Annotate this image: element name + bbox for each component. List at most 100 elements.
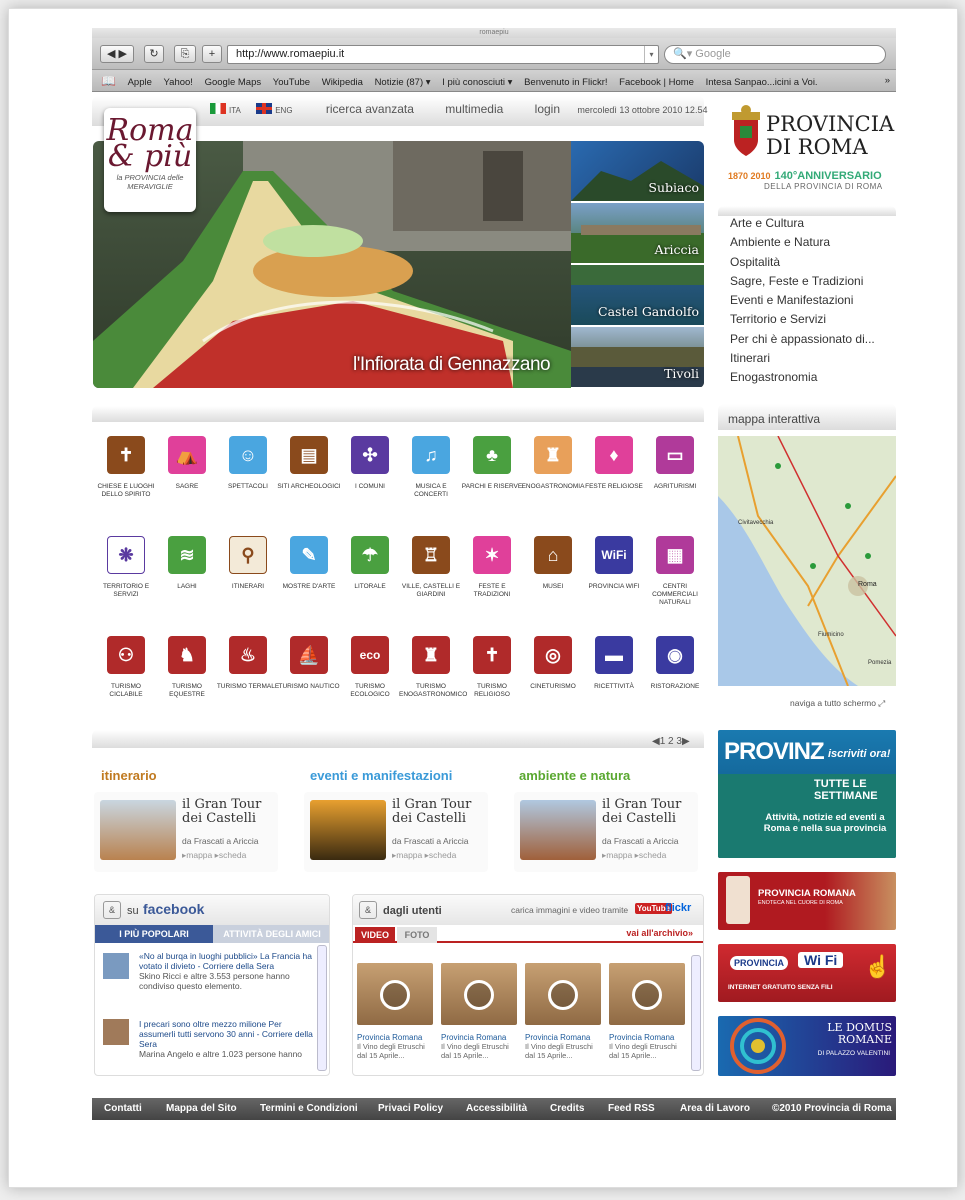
category-icon[interactable]: ◎ <box>534 636 572 674</box>
italy-flag-icon[interactable] <box>210 103 226 114</box>
category-label[interactable]: CHIESE E LUOGHI DELLO SPIRITO <box>94 483 158 499</box>
video-thumbnail[interactable] <box>441 963 517 1025</box>
category-icon-item[interactable]: ✶ FESTE E TRADIZIONI <box>460 536 524 599</box>
video-title[interactable]: Provincia Romana <box>609 1033 685 1042</box>
side-menu-item[interactable]: Ambiente e Natura <box>718 233 896 252</box>
play-icon[interactable] <box>464 980 494 1010</box>
category-icon[interactable]: ⛺ <box>168 436 206 474</box>
thumb-tivoli[interactable]: Tivoli <box>571 327 704 387</box>
category-icon-item[interactable]: ♫ MUSICA E CONCERTI <box>399 436 463 499</box>
footer-link[interactable]: Termini e Condizioni <box>260 1103 358 1114</box>
side-menu-item[interactable]: Itinerari <box>718 349 896 368</box>
category-icon-item[interactable]: ≋ LAGHI <box>155 536 219 591</box>
open-book-icon[interactable]: 📖 <box>101 70 116 91</box>
category-label[interactable]: I COMUNI <box>338 483 402 491</box>
bookmark-item[interactable]: Wikipedia <box>322 72 363 91</box>
feature-links[interactable]: ▸mappa ▸scheda <box>182 850 246 861</box>
category-icon-item[interactable]: ▬ RICETTIVITÀ <box>582 636 646 691</box>
tab-video[interactable]: VIDEO <box>355 927 395 943</box>
category-label[interactable]: TURISMO RELIGIOSO <box>460 683 524 699</box>
bookmark-item[interactable]: Notizie (87) ▾ <box>375 72 431 91</box>
category-icon-item[interactable]: ♦ FESTE RELIGIOSE <box>582 436 646 491</box>
video-item[interactable]: Provincia Romana Il Vino degli Etruschi d… <box>441 963 517 1060</box>
side-menu-item[interactable]: Arte e Cultura <box>718 214 896 233</box>
tab-popular[interactable]: I PIÙ POPOLARI <box>95 925 213 943</box>
play-icon[interactable] <box>380 980 410 1010</box>
page-numbers[interactable]: 1 2 3 <box>660 736 682 747</box>
category-icon[interactable]: ▤ <box>290 436 328 474</box>
category-icon[interactable]: ♞ <box>168 636 206 674</box>
category-icon[interactable]: ⚇ <box>107 636 145 674</box>
category-icon[interactable]: ≋ <box>168 536 206 574</box>
next-icon[interactable]: ▶ <box>682 736 690 747</box>
category-icon-item[interactable]: ⛵ TURISMO NAUTICO <box>277 636 341 691</box>
category-icon-item[interactable]: ⌂ MUSEI <box>521 536 585 591</box>
more-bookmarks-icon[interactable]: » <box>885 70 890 91</box>
add-bookmark-button[interactable]: + <box>202 45 222 63</box>
category-icon-item[interactable]: ◉ RISTORAZIONE <box>643 636 707 691</box>
category-icon[interactable]: ♨ <box>229 636 267 674</box>
nav-login[interactable]: login <box>535 102 560 116</box>
category-icon[interactable]: ♫ <box>412 436 450 474</box>
feature-card[interactable]: il Gran Tour dei Castelli da Frascati a … <box>514 792 698 872</box>
side-menu-item[interactable]: Enogastronomia <box>718 368 896 387</box>
video-item[interactable]: Provincia Romana Il Vino degli Etruschi d… <box>357 963 433 1060</box>
provincia-logo[interactable]: PROVINCIA DI ROMA 1870 2010 140°ANNIVERSAR… <box>718 102 896 202</box>
bookmark-item[interactable]: Benvenuto in Flickr! <box>524 72 607 91</box>
category-icon-item[interactable]: ◎ CINETURISMO <box>521 636 585 691</box>
video-title[interactable]: Provincia Romana <box>441 1033 517 1042</box>
category-label[interactable]: CENTRI COMMERCIALI NATURALI <box>643 583 707 607</box>
category-label[interactable]: LITORALE <box>338 583 402 591</box>
map-fullscreen-link[interactable]: naviga a tutto schermo ⤢ <box>790 698 885 709</box>
footer-link[interactable]: Credits <box>550 1103 584 1114</box>
category-label[interactable]: MOSTRE D'ARTE <box>277 583 341 591</box>
category-label[interactable]: SITI ARCHEOLOGICI <box>277 483 341 491</box>
section-heading-eventi[interactable]: eventi e manifestazioni <box>310 768 452 783</box>
prev-icon[interactable]: ◀ <box>652 736 660 747</box>
category-icon[interactable]: ♦ <box>595 436 633 474</box>
category-icon[interactable]: eco <box>351 636 389 674</box>
category-label[interactable]: TURISMO CICLABILE <box>94 683 158 699</box>
feature-links[interactable]: ▸mappa ▸scheda <box>602 850 666 861</box>
category-icon[interactable]: ♜ <box>412 636 450 674</box>
category-icon[interactable]: ✣ <box>351 436 389 474</box>
uk-flag-icon[interactable] <box>256 103 273 114</box>
provinz-banner[interactable]: PROVINZ iscriviti ora! TUTTE LE SETTIMAN… <box>718 730 896 858</box>
category-icon-item[interactable]: ▭ AGRITURISMI <box>643 436 707 491</box>
domus-banner[interactable]: LE DOMUS ROMANE DI PALAZZO VALENTINI <box>718 1016 896 1076</box>
category-icon-item[interactable]: ♨ TURISMO TERMALE <box>216 636 280 691</box>
interactive-map[interactable]: Civitavecchia Roma Fiumicino Pomezia <box>718 436 896 686</box>
section-heading-ambiente[interactable]: ambiente e natura <box>519 768 630 783</box>
feature-title[interactable]: il Gran Tour dei Castelli <box>602 798 698 826</box>
category-icon-item[interactable]: ✝ TURISMO RELIGIOSO <box>460 636 524 699</box>
category-label[interactable]: RISTORAZIONE <box>643 683 707 691</box>
bookmark-item[interactable]: Yahoo! <box>164 72 193 91</box>
side-menu-item[interactable]: Ospitalità <box>718 253 896 272</box>
bookmark-item[interactable]: Facebook | Home <box>619 72 694 91</box>
romaepiu-logo[interactable]: Roma & più la PROVINCIA delle MERAVIGLIE <box>104 108 196 212</box>
category-icon-item[interactable]: ♞ TURISMO EQUESTRE <box>155 636 219 699</box>
category-icon[interactable]: ❋ <box>107 536 145 574</box>
category-icon[interactable]: ⚲ <box>229 536 267 574</box>
snapback-button[interactable]: ⎘ <box>174 45 196 63</box>
category-icon-item[interactable]: ♖ VILLE, CASTELLI E GIARDINI <box>399 536 463 599</box>
category-icon[interactable]: ▬ <box>595 636 633 674</box>
facebook-logo[interactable]: facebook <box>143 901 204 917</box>
footer-link[interactable]: Contatti <box>104 1103 142 1114</box>
category-icon-item[interactable]: ▦ CENTRI COMMERCIALI NATURALI <box>643 536 707 607</box>
feature-links[interactable]: ▸mappa ▸scheda <box>392 850 456 861</box>
category-icon-item[interactable]: ✣ I COMUNI <box>338 436 402 491</box>
bookmark-item[interactable]: I più conosciuti ▾ <box>442 72 512 91</box>
nav-advanced-search[interactable]: ricerca avanzata <box>326 102 414 116</box>
wifi-banner[interactable]: PROVINCIA Wi Fi INTERNET GRATUITO SENZA … <box>718 944 896 1002</box>
search-field[interactable]: 🔍▾ Google <box>664 45 886 64</box>
reload-button[interactable]: ↻ <box>144 45 164 63</box>
category-label[interactable]: AGRITURISMI <box>643 483 707 491</box>
category-label[interactable]: SPETTACOLI <box>216 483 280 491</box>
category-icon[interactable]: ✝ <box>107 436 145 474</box>
lang-eng[interactable]: ENG <box>275 106 292 115</box>
category-label[interactable]: MUSICA E CONCERTI <box>399 483 463 499</box>
video-thumbnail[interactable] <box>357 963 433 1025</box>
footer-link[interactable]: Area di Lavoro <box>680 1103 750 1114</box>
feature-title[interactable]: il Gran Tour dei Castelli <box>392 798 488 826</box>
